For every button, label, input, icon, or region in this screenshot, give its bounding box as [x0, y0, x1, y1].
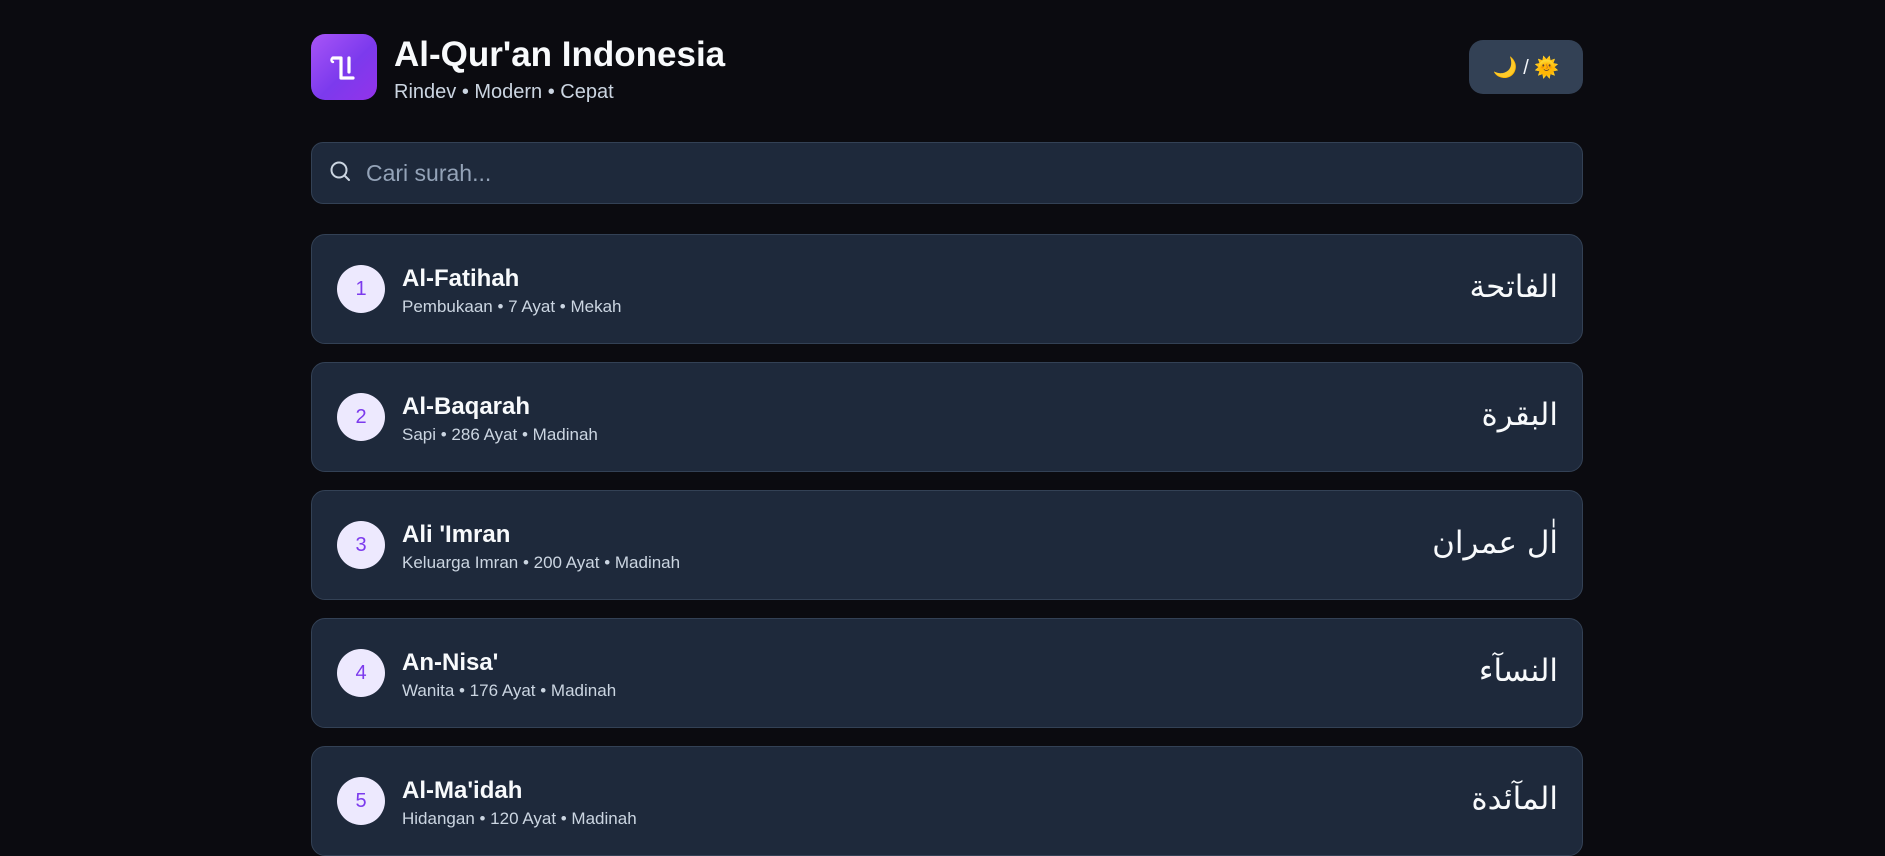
surah-meta: Hidangan • 120 Ayat • Madinah: [402, 809, 637, 828]
surah-card-1[interactable]: 1 Al-Fatihah Pembukaan • 7 Ayat • Mekah …: [311, 234, 1583, 344]
surah-card-4[interactable]: 4 An-Nisa' Wanita • 176 Ayat • Madinah ا…: [311, 618, 1583, 728]
surah-arabic-name: المآئدة: [1471, 781, 1558, 817]
surah-arabic-name: البقرة: [1481, 397, 1558, 433]
surah-number-badge: 1: [337, 265, 385, 313]
surah-arabic-name: النسآء: [1478, 653, 1558, 689]
surah-card-3[interactable]: 3 Ali 'Imran Keluarga Imran • 200 Ayat •…: [311, 490, 1583, 600]
header: Al-Qur'an Indonesia Rindev • Modern • Ce…: [311, 34, 1583, 104]
surah-meta: Wanita • 176 Ayat • Madinah: [402, 681, 617, 700]
surah-number-badge: 5: [337, 777, 385, 825]
surah-name: An-Nisa': [402, 649, 499, 676]
search-bar: [311, 142, 1583, 204]
search-icon: [330, 161, 350, 181]
surah-name: Ali 'Imran: [402, 521, 511, 548]
surah-number-badge: 3: [337, 521, 385, 569]
theme-toggle-button[interactable]: 🌙 / 🌞: [1469, 40, 1583, 94]
surah-meta: Pembukaan • 7 Ayat • Mekah: [402, 297, 622, 316]
logo-glyph-icon: [330, 56, 355, 80]
search-input[interactable]: [366, 143, 1566, 203]
surah-arabic-name: اٰل عمران: [1432, 525, 1558, 561]
app-title: Al-Qur'an Indonesia: [394, 35, 726, 74]
surah-number-badge: 2: [337, 393, 385, 441]
surah-name: Al-Fatihah: [402, 265, 520, 292]
surah-card-5[interactable]: 5 Al-Ma'idah Hidangan • 120 Ayat • Madin…: [311, 746, 1583, 856]
app-logo: [311, 34, 377, 100]
surah-meta: Keluarga Imran • 200 Ayat • Madinah: [402, 553, 681, 572]
surah-arabic-name: الفاتحة: [1469, 269, 1558, 305]
surah-card-2[interactable]: 2 Al-Baqarah Sapi • 286 Ayat • Madinah ا…: [311, 362, 1583, 472]
surah-meta: Sapi • 286 Ayat • Madinah: [402, 425, 598, 444]
surah-number-badge: 4: [337, 649, 385, 697]
surah-name: Al-Baqarah: [402, 393, 531, 420]
surah-name: Al-Ma'idah: [402, 777, 523, 804]
app-subtitle: Rindev • Modern • Cepat: [394, 81, 614, 103]
